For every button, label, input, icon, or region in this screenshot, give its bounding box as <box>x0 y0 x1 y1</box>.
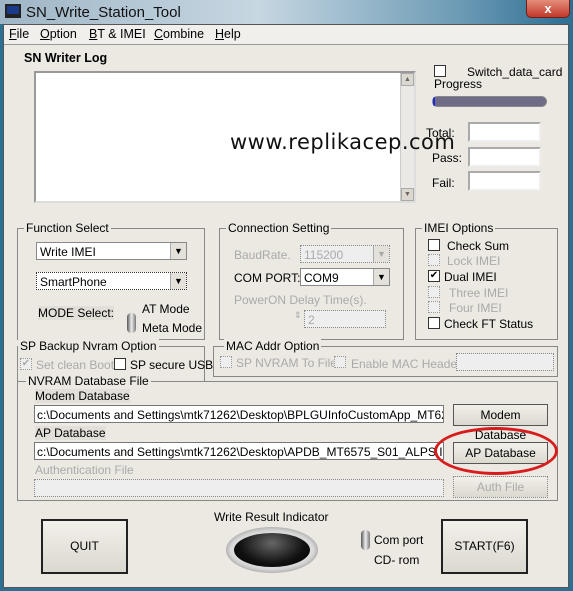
chevron-down-icon: ▼ <box>170 273 186 289</box>
menu-file[interactable]: File <box>9 27 29 41</box>
indicator-label: Write Result Indicator <box>214 510 329 524</box>
enable-mac-header-label: Enable MAC Header <box>351 357 462 371</box>
progress-fill <box>433 97 436 106</box>
lock-imei-label: Lock IMEI <box>447 254 501 268</box>
sp-nvram-to-file-checkbox[interactable] <box>220 356 232 368</box>
com-port-label: COM PORT: <box>234 271 301 285</box>
dual-imei-label: Dual IMEI <box>444 270 497 284</box>
sp-secure-usb-label: SP secure USB <box>130 358 214 372</box>
delay-input[interactable]: 2 <box>304 310 386 328</box>
progress-bar <box>432 96 547 107</box>
total-field[interactable] <box>468 122 541 142</box>
connection-title: Connection Setting <box>226 221 332 235</box>
title-bar: SN_Write_Station_Tool x <box>0 0 573 24</box>
set-clean-boot-label: Set clean Boot <box>36 358 115 372</box>
mac-addr-title: MAC Addr Option <box>224 339 322 353</box>
com-port-dropdown[interactable]: COM9 ▼ <box>300 268 390 286</box>
lock-imei-checkbox[interactable] <box>428 254 440 266</box>
menu-combine[interactable]: Combine <box>154 27 204 41</box>
modem-db-path[interactable]: c:\Documents and Settings\mtk71262\Deskt… <box>34 405 444 423</box>
four-imei-checkbox[interactable] <box>428 301 440 313</box>
sp-backup-title: SP Backup Nvram Option <box>18 339 159 353</box>
delay-label: PowerON Delay Time(s). <box>234 293 367 307</box>
quit-button[interactable]: QUIT <box>41 519 128 574</box>
port-toggle[interactable] <box>361 530 370 550</box>
check-sum-checkbox[interactable] <box>428 239 440 251</box>
check-sum-label: Check Sum <box>447 239 510 253</box>
auth-file-label: Authentication File <box>35 463 134 477</box>
three-imei-label: Three IMEI <box>449 286 509 300</box>
close-button[interactable]: x <box>526 0 570 18</box>
imei-options-title: IMEI Options <box>422 221 496 235</box>
check-ft-status-label: Check FT Status <box>444 317 534 331</box>
main-window: File Option BT & IMEI Combine Help SN Wr… <box>3 24 569 588</box>
modem-database-button[interactable]: Modem Database <box>453 404 548 442</box>
cd-rom-option: CD- rom <box>374 553 420 567</box>
highlight-circle <box>434 427 558 475</box>
auth-file-button[interactable]: Auth File <box>453 476 548 498</box>
set-clean-boot-checkbox[interactable]: ✔ <box>20 358 32 370</box>
enable-mac-header-checkbox[interactable] <box>334 356 346 368</box>
progress-label: Progress <box>434 77 483 91</box>
nvram-title: NVRAM Database File <box>26 374 151 388</box>
menu-help[interactable]: Help <box>215 27 241 41</box>
menu-bar: File Option BT & IMEI Combine Help <box>4 25 568 45</box>
pass-field[interactable] <box>468 147 541 167</box>
spinner-icon[interactable]: ⇕ <box>294 310 302 321</box>
com-port-option: Com port <box>374 533 424 547</box>
log-title: SN Writer Log <box>24 51 108 65</box>
baudrate-label: BaudRate. <box>234 248 291 262</box>
function-select-group: Function Select Write IMEI ▼ SmartPhone ▼ … <box>17 221 205 340</box>
mac-addr-group: MAC Addr Option SP NVRAM To File Enable … <box>213 339 558 377</box>
watermark-text: www.replikacep.com <box>230 130 456 154</box>
check-ft-status-checkbox[interactable] <box>428 317 440 329</box>
chevron-down-icon: ▼ <box>373 246 389 262</box>
sp-secure-usb-checkbox[interactable] <box>114 358 126 370</box>
target-dropdown[interactable]: SmartPhone ▼ <box>36 272 187 290</box>
window-title: SN_Write_Station_Tool <box>26 4 181 21</box>
mode-select-label: MODE Select: <box>38 306 115 320</box>
ap-db-label: AP Database <box>35 426 106 440</box>
baudrate-dropdown[interactable]: 115200 ▼ <box>300 245 390 263</box>
function-select-title: Function Select <box>24 221 111 235</box>
indicator-led-icon <box>234 533 310 567</box>
dual-imei-checkbox[interactable]: ✔ <box>428 270 440 282</box>
four-imei-label: Four IMEI <box>449 301 502 315</box>
function-dropdown[interactable]: Write IMEI ▼ <box>36 242 187 260</box>
start-button[interactable]: START(F6) <box>441 519 528 574</box>
three-imei-checkbox[interactable] <box>428 286 440 298</box>
sp-nvram-to-file-label: SP NVRAM To File <box>236 356 337 370</box>
modem-db-label: Modem Database <box>35 389 130 403</box>
fail-field[interactable] <box>468 171 541 191</box>
app-icon <box>5 4 21 18</box>
mode-toggle[interactable] <box>127 313 136 333</box>
scroll-up-icon[interactable]: ▲ <box>401 73 414 86</box>
mac-header-input[interactable] <box>456 353 554 371</box>
imei-options-group: IMEI Options Check Sum Lock IMEI ✔ Dual … <box>415 221 558 340</box>
chevron-down-icon: ▼ <box>170 243 186 259</box>
switch-data-card-checkbox[interactable] <box>434 65 446 77</box>
scroll-down-icon[interactable]: ▼ <box>401 188 414 201</box>
meta-mode-label: Meta Mode <box>142 321 203 335</box>
auth-file-path[interactable] <box>34 479 444 497</box>
menu-option[interactable]: Option <box>40 27 77 41</box>
write-result-indicator <box>226 527 318 573</box>
chevron-down-icon: ▼ <box>373 269 389 285</box>
connection-group: Connection Setting BaudRate. 115200 ▼ COM… <box>219 221 404 340</box>
at-mode-label: AT Mode <box>142 302 190 316</box>
menu-bt-imei[interactable]: BT & IMEI <box>89 27 146 41</box>
ap-db-path[interactable]: c:\Documents and Settings\mtk71262\Deskt… <box>34 442 444 460</box>
fail-label: Fail: <box>432 176 455 190</box>
